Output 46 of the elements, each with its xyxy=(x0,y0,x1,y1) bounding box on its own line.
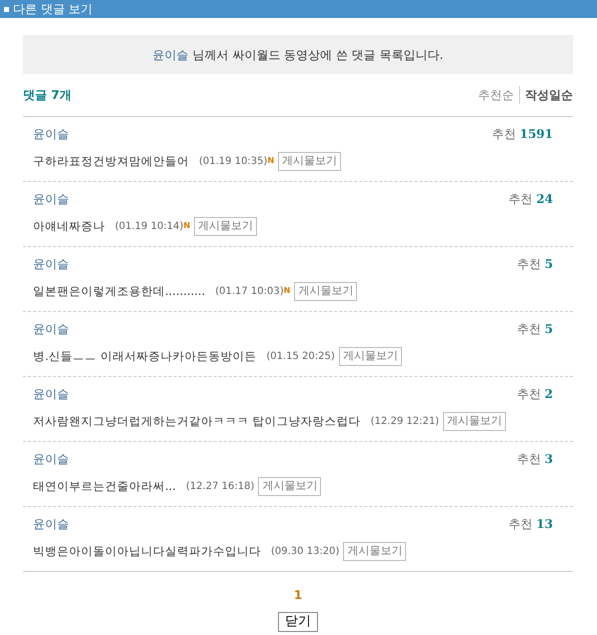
bullet-icon xyxy=(4,7,9,12)
close-button[interactable]: 닫기 xyxy=(278,612,318,632)
sort-link[interactable]: 추천순 xyxy=(478,86,514,104)
comment-text: 병.신들ㅡㅡ 이래서짜증나카아든동방이든 xyxy=(33,348,256,365)
recommend-count: 추천 5 xyxy=(516,321,553,338)
author-name[interactable]: 윤이슬 xyxy=(33,450,69,468)
comment-text: 저사람왠지그냥더럽게하는거같아ㅋㅋㅋ 탑이그냥자랑스럽다 xyxy=(33,412,361,430)
comment-date: (01.19 10:35) xyxy=(199,154,268,169)
view-post-link[interactable]: 게시물보기 xyxy=(338,347,402,366)
comment-count: 댓글 7개 xyxy=(23,87,72,104)
author-name[interactable]: 윤이슬 xyxy=(33,190,69,208)
recommend-count: 추천 24 xyxy=(508,191,553,208)
comment-text: 빅뱅은아이돌이아닙니다실력파가수입니다 xyxy=(33,542,261,560)
comment-text: 아얘네짜증나 xyxy=(33,218,105,235)
view-post-link[interactable]: 게시물보기 xyxy=(443,412,506,430)
new-mark: N xyxy=(284,285,290,298)
comment-date: (01.19 10:14) xyxy=(115,220,184,234)
author-name[interactable]: 윤이슬 xyxy=(33,320,69,338)
recommend-count: 추천 3 xyxy=(516,451,553,468)
recommend-count: 추천 5 xyxy=(516,256,553,273)
view-post-link[interactable]: 게시물보기 xyxy=(278,152,342,170)
sort-link[interactable]: 작성일순 xyxy=(519,86,573,104)
recommend-count: 추천 1591 xyxy=(492,126,553,143)
view-post-link[interactable]: 게시물보기 xyxy=(258,477,322,496)
comment-date: (01.17 10:03) xyxy=(215,284,284,299)
author-name[interactable]: 윤이슬 xyxy=(33,385,69,403)
notice-text: 윤이슬 님께서 싸이월드 동영상에 쓴 댓글 목록입니다. xyxy=(152,46,444,64)
comment-date: (12.27 16:18) xyxy=(186,480,254,494)
new-mark: N xyxy=(267,155,274,168)
author-name[interactable]: 윤이슬 xyxy=(33,125,69,143)
author-name[interactable]: 윤이슬 xyxy=(33,255,69,273)
view-post-link[interactable]: 게시물보기 xyxy=(194,217,258,236)
page-number[interactable]: 1 xyxy=(294,586,302,604)
author-name[interactable]: 윤이슬 xyxy=(33,515,69,533)
new-mark: N xyxy=(183,220,190,232)
recommend-count: 추천 2 xyxy=(516,386,553,403)
comment-date: (12.29 12:21) xyxy=(370,414,440,429)
view-post-link[interactable]: 게시물보기 xyxy=(343,542,406,560)
window-title: 다른 댓글 보기 xyxy=(13,2,93,16)
comment-text: 태연이부르는건줄아라써... xyxy=(33,478,176,495)
comment-text: 구하라표정건방져맘에안들어 xyxy=(33,152,189,170)
comment-date: (09.30 13:20) xyxy=(271,544,340,559)
view-post-link[interactable]: 게시물보기 xyxy=(294,282,358,300)
comment-date: (01.15 20:25) xyxy=(266,350,335,364)
comment-text: 일본팬은이렇게조용한데........... xyxy=(33,282,206,300)
recommend-count: 추천 13 xyxy=(508,516,553,533)
